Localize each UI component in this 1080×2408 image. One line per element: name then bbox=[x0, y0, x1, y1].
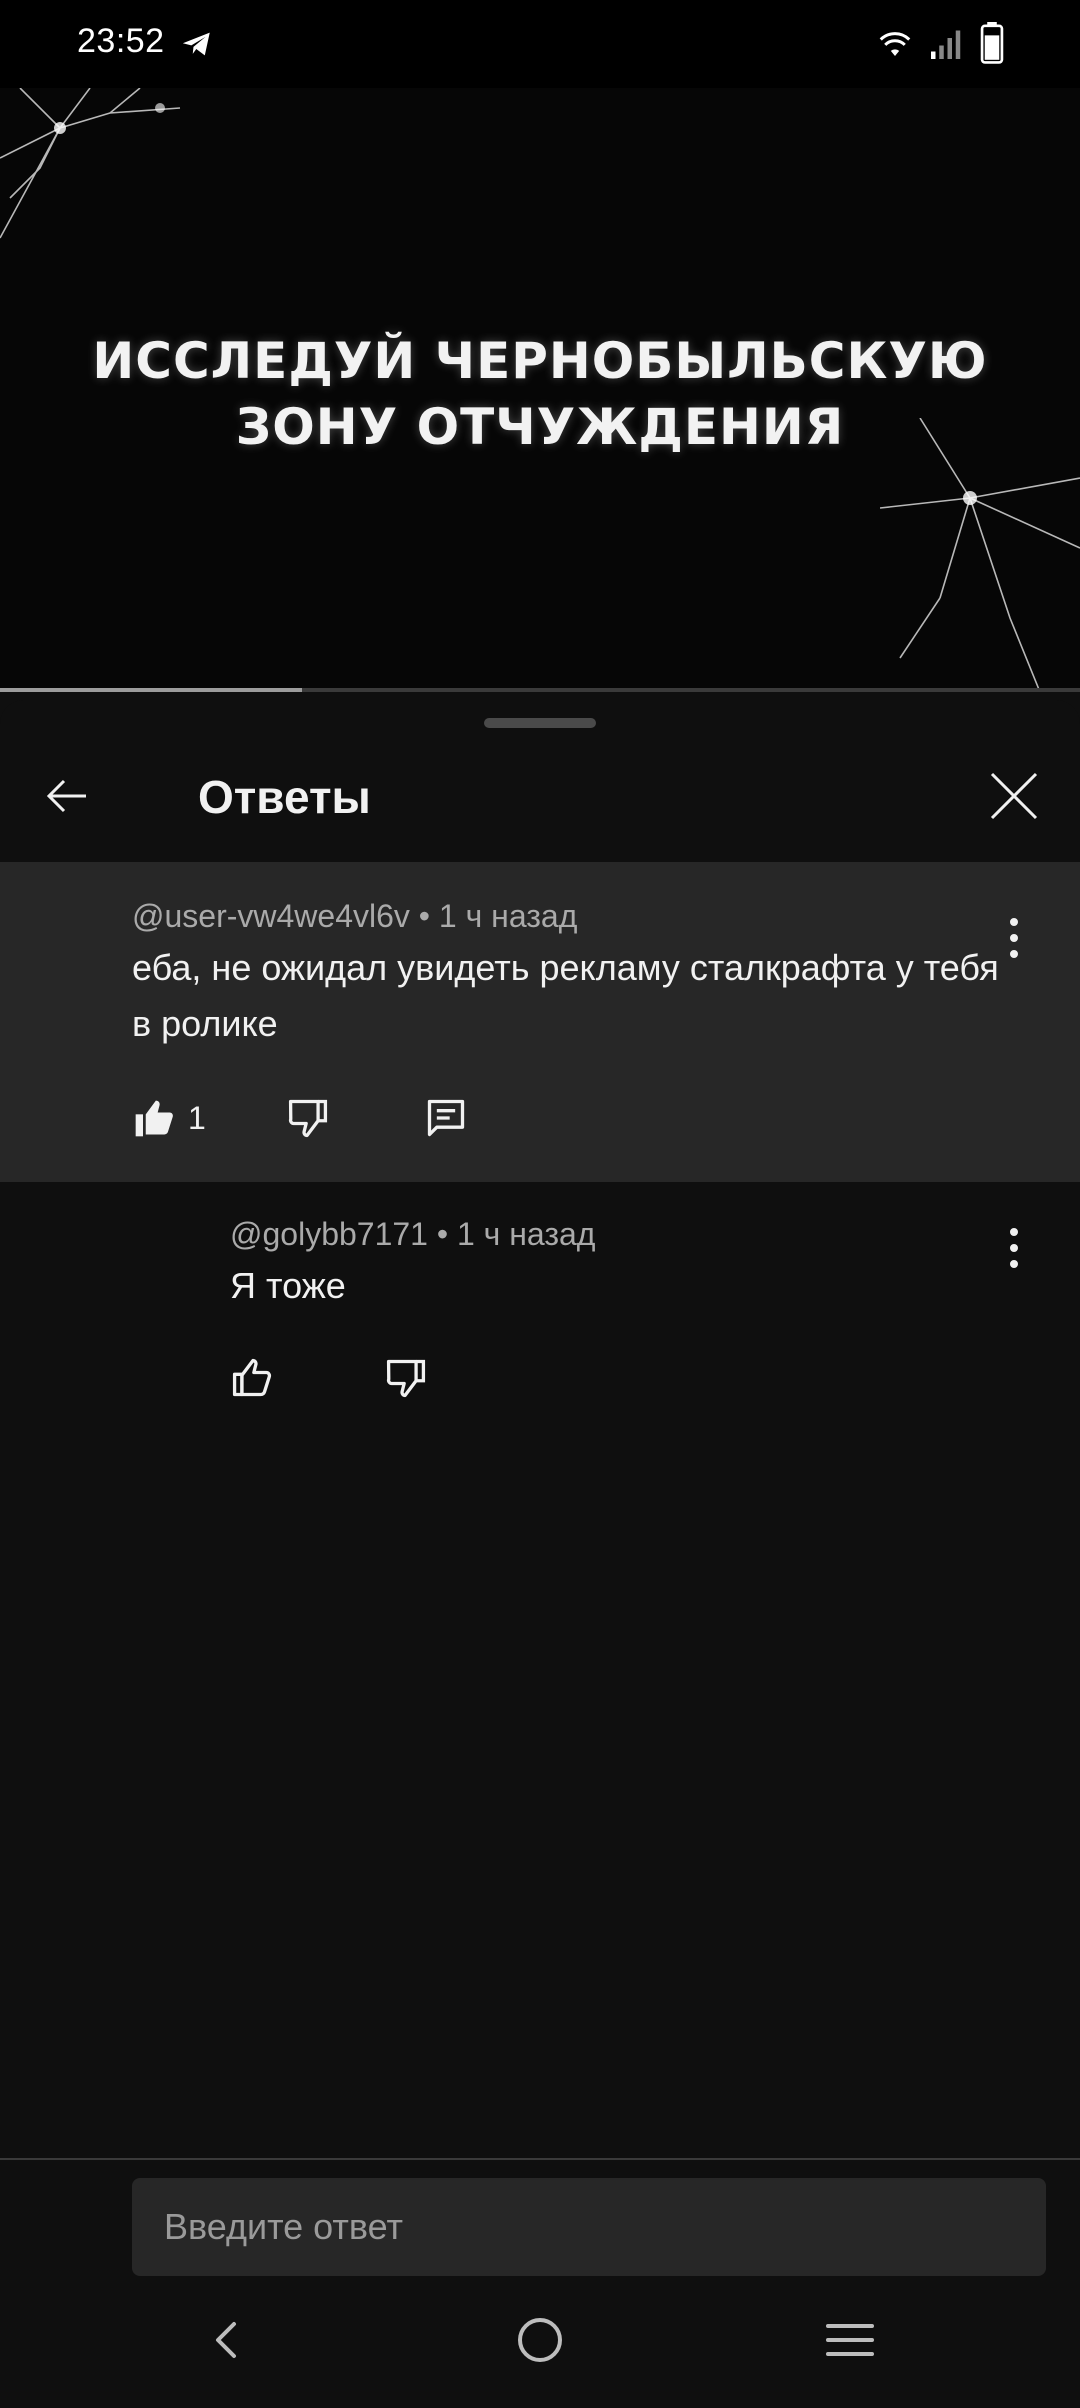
glass-crack-graphic bbox=[0, 88, 181, 239]
reply-author[interactable]: @golybb7171 bbox=[230, 1216, 428, 1252]
like-filled-icon[interactable] bbox=[132, 1096, 176, 1140]
video-progress-fill bbox=[0, 688, 303, 692]
telegram-icon bbox=[182, 32, 210, 56]
drag-handle[interactable] bbox=[484, 718, 596, 728]
comment-author[interactable]: @user-vw4we4vl6v bbox=[132, 898, 410, 934]
arrow-left-icon[interactable] bbox=[38, 766, 98, 826]
status-time: 23:52 bbox=[77, 22, 165, 60]
status-bar: 23:52 bbox=[0, 0, 1080, 88]
wifi-icon bbox=[879, 32, 911, 56]
comment-meta: @user-vw4we4vl6v • 1 ч назад bbox=[132, 898, 577, 935]
reply-more-options-icon[interactable] bbox=[994, 1218, 1034, 1278]
reply-time: • 1 ч назад bbox=[436, 1216, 596, 1252]
battery-icon bbox=[980, 22, 1004, 64]
system-nav-bar bbox=[0, 2280, 1080, 2408]
like-count: 1 bbox=[188, 1100, 206, 1136]
reply-meta: @golybb7171 • 1 ч назад bbox=[230, 1216, 595, 1253]
reply-comment-icon[interactable] bbox=[424, 1096, 468, 1140]
reply-input-bar bbox=[0, 2158, 1080, 2280]
home-nav-icon[interactable] bbox=[510, 2310, 570, 2370]
comment-time: • 1 ч назад bbox=[418, 898, 578, 934]
video-title-overlay: ИССЛЕДУЙ ЧЕРНОБЫЛЬСКУЮ ЗОНУ ОТЧУЖДЕНИЯ bbox=[0, 328, 1080, 460]
parent-comment: @user-vw4we4vl6v • 1 ч назад еба, не ожи… bbox=[0, 862, 1080, 1182]
screen: 23:52 ИССЛЕДУЙ ЧЕРНОБЫЛЬСКУЮ ЗОНУ ОТЧУЖД… bbox=[0, 0, 1080, 2408]
recents-nav-icon[interactable] bbox=[820, 2310, 880, 2370]
comment-text: еба, не ожидал увидеть рекламу сталкрафт… bbox=[132, 947, 999, 1044]
video-progress-bar[interactable] bbox=[0, 688, 1080, 692]
video-title-line2: ЗОНУ ОТЧУЖДЕНИЯ bbox=[235, 398, 845, 456]
reply-text: Я тоже bbox=[230, 1265, 346, 1306]
video-player[interactable]: ИССЛЕДУЙ ЧЕРНОБЫЛЬСКУЮ ЗОНУ ОТЧУЖДЕНИЯ bbox=[0, 88, 1080, 692]
video-title-line1: ИССЛЕДУЙ ЧЕРНОБЫЛЬСКУЮ bbox=[92, 332, 988, 390]
replies-sheet: Ответы @user-vw4we4vl6v • 1 ч назад еба,… bbox=[0, 700, 1080, 2408]
signal-icon bbox=[931, 30, 961, 59]
more-options-icon[interactable] bbox=[994, 908, 1034, 968]
dislike-icon[interactable] bbox=[286, 1096, 330, 1140]
reply-input[interactable] bbox=[132, 2178, 1046, 2276]
reply-like-icon[interactable] bbox=[230, 1356, 274, 1400]
close-icon[interactable] bbox=[984, 766, 1044, 826]
sheet-title: Ответы bbox=[198, 771, 371, 823]
back-nav-icon[interactable] bbox=[198, 2310, 258, 2370]
reply-dislike-icon[interactable] bbox=[384, 1356, 428, 1400]
